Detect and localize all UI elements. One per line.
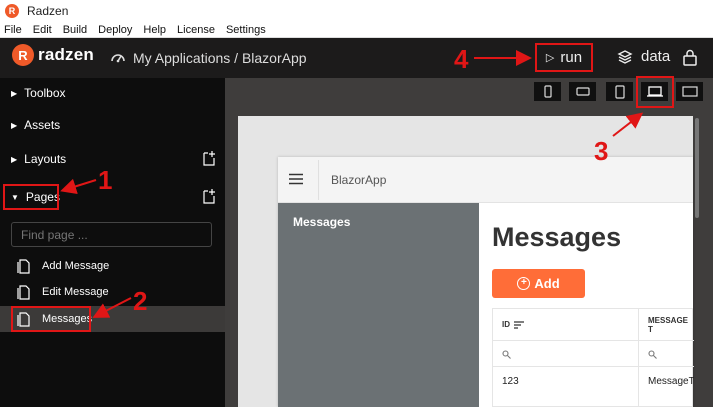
data-label: data	[641, 48, 671, 65]
menu-help[interactable]: Help	[143, 24, 166, 36]
sidebar-section-toolbox[interactable]: ▶ Toolbox	[0, 78, 225, 108]
window-titlebar: R Radzen	[0, 0, 713, 22]
grid-filter-message[interactable]	[639, 342, 694, 367]
phone-landscape-icon	[575, 87, 590, 96]
find-page-input[interactable]	[11, 222, 212, 247]
sidebar-section-label: Toolbox	[24, 86, 66, 100]
phone-icon	[543, 85, 552, 98]
annotation-number-3: 3	[594, 136, 609, 166]
radzen-logo-text: radzen	[38, 45, 94, 64]
page-heading: Messages	[492, 222, 622, 252]
tablet-icon	[614, 84, 625, 99]
breadcrumb-text: My Applications / BlazorApp	[133, 50, 307, 66]
device-tablet-button[interactable]	[606, 82, 633, 101]
run-label: run	[560, 49, 583, 66]
page-item-edit-message[interactable]: Edit Message	[0, 279, 225, 305]
page-icon	[17, 258, 30, 274]
grid-header-label: ID	[502, 320, 510, 329]
app-preview-sidebar	[278, 203, 479, 407]
add-button-label: Add	[534, 276, 560, 291]
sidebar-section-assets[interactable]: ▶ Assets	[0, 110, 225, 140]
device-desktop-button[interactable]	[676, 82, 703, 101]
annotation-highlight-messages	[11, 306, 91, 332]
search-icon	[648, 349, 657, 359]
radzen-logo[interactable]: R radzen	[12, 44, 94, 66]
annotation-number-2: 2	[133, 286, 148, 316]
preview-scrollbar[interactable]	[695, 118, 699, 218]
plus-circle-icon: +	[517, 277, 531, 290]
grid-filter-id[interactable]	[493, 342, 638, 367]
menu-license[interactable]: License	[177, 24, 215, 36]
window-title: Radzen	[27, 4, 69, 18]
menu-build[interactable]: Build	[63, 24, 87, 36]
page-icon	[17, 284, 30, 300]
desktop-icon	[681, 86, 698, 97]
app-header-bar	[0, 38, 713, 78]
menu-settings[interactable]: Settings	[226, 24, 266, 36]
grid-header-id[interactable]: ID	[493, 309, 638, 341]
header-divider	[318, 160, 319, 200]
play-icon: ▷	[545, 52, 555, 64]
sidebar-section-label: Assets	[24, 118, 61, 132]
annotation-number-4: 4	[454, 44, 469, 74]
page-item-label: Edit Message	[42, 286, 109, 298]
app-name: BlazorApp	[331, 173, 387, 187]
menu-bar: File Edit Build Deploy Help License Sett…	[0, 22, 713, 38]
page-item-messages[interactable]: Messages	[0, 306, 225, 332]
data-grid: ID MESSAGE T 123 MessageT	[492, 308, 694, 407]
radzen-mark-icon: R	[12, 44, 34, 66]
grid-cell-message: MessageT	[648, 368, 694, 394]
device-phone-landscape-button[interactable]	[569, 82, 596, 101]
sort-icon	[514, 320, 524, 329]
sidebar-section-label: Layouts	[24, 152, 67, 166]
sidebar-section-layouts[interactable]: ▶ Layouts	[0, 144, 225, 174]
app-nav-item-messages[interactable]: Messages	[293, 215, 350, 229]
layers-icon	[617, 49, 633, 64]
lock-icon[interactable]	[683, 49, 697, 66]
sidebar-section-pages[interactable]: ▼ Pages	[0, 182, 225, 212]
annotation-highlight-pages	[3, 184, 59, 210]
breadcrumb[interactable]: My Applications / BlazorApp	[110, 50, 307, 66]
grid-cell-id: 123	[502, 368, 638, 394]
device-phone-button[interactable]	[534, 82, 561, 101]
search-icon	[502, 349, 511, 359]
page-item-label: Add Message	[42, 260, 110, 272]
menu-file[interactable]: File	[4, 24, 22, 36]
menu-deploy[interactable]: Deploy	[98, 24, 132, 36]
data-button[interactable]: data	[617, 48, 670, 65]
page-item-add-message[interactable]: Add Message	[0, 253, 225, 279]
dashboard-icon	[111, 54, 125, 63]
caret-right-icon: ▶	[11, 154, 18, 164]
run-button[interactable]: ▷ run	[535, 43, 593, 72]
table-cell: 123	[502, 375, 519, 387]
table-cell: MessageT	[648, 375, 694, 387]
annotation-highlight-laptop	[636, 76, 674, 108]
grid-header-label: MESSAGE T	[648, 315, 689, 334]
caret-right-icon: ▶	[11, 88, 18, 98]
caret-right-icon: ▶	[11, 120, 18, 130]
menu-edit[interactable]: Edit	[33, 24, 52, 36]
add-button[interactable]: + Add	[492, 269, 585, 298]
add-layout-icon[interactable]	[201, 150, 215, 167]
add-page-icon[interactable]	[201, 188, 215, 205]
annotation-number-1: 1	[98, 165, 113, 195]
radzen-logo-icon: R	[5, 4, 19, 18]
grid-header-message[interactable]: MESSAGE T	[639, 309, 694, 341]
hamburger-menu-icon[interactable]	[289, 173, 303, 185]
